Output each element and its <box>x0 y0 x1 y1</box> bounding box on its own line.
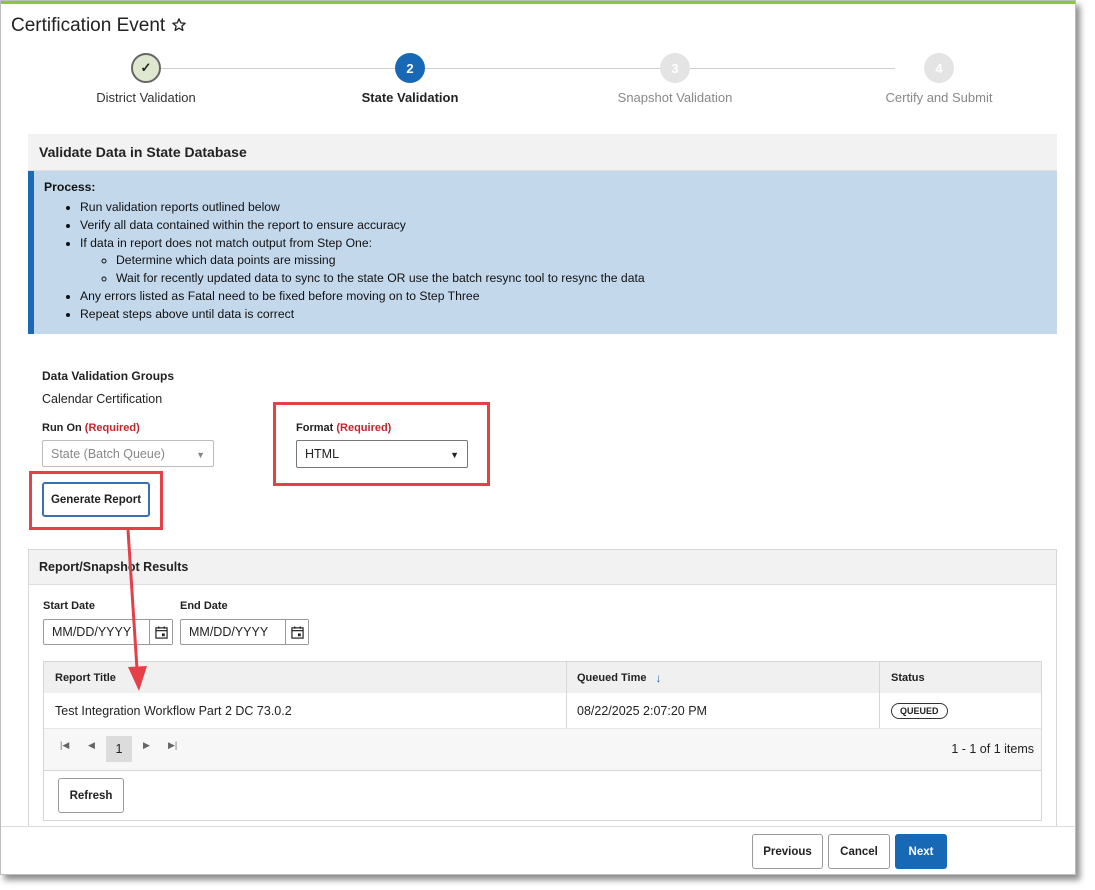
cancel-button[interactable]: Cancel <box>828 834 890 869</box>
wizard-footer: Previous Cancel Next <box>1 826 1075 874</box>
next-button[interactable]: Next <box>895 834 947 869</box>
previous-button[interactable]: Previous <box>752 834 823 869</box>
annotation-arrow <box>126 529 147 691</box>
app-window: Certification Event ✓ District Validatio… <box>0 0 1076 875</box>
